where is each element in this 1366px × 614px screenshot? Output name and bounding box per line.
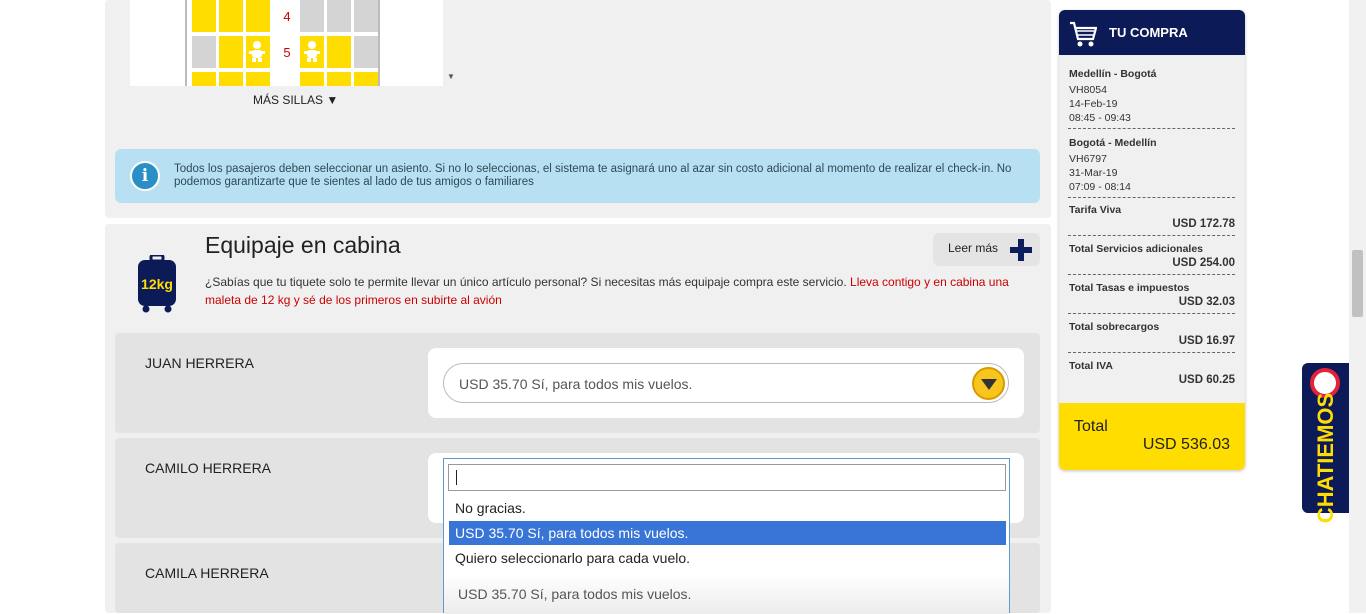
text-cursor <box>456 470 457 485</box>
summary-line-label: Total Servicios adicionales <box>1069 243 1204 255</box>
summary-line-label: Total sobrecargos <box>1069 321 1160 333</box>
description-text: ¿Sabías que tu tiquete solo te permite l… <box>205 275 851 289</box>
baggage-select[interactable]: USD 35.70 Sí, para todos mis vuelos. <box>443 363 1009 403</box>
seat[interactable] <box>192 0 216 32</box>
baggage-dropdown: No gracias. USD 35.70 Sí, para todos mis… <box>443 458 1010 614</box>
passenger-name: CAMILO HERRERA <box>145 460 272 476</box>
scroll-down-caret-icon[interactable]: ▼ <box>447 72 455 81</box>
summary-line-value: USD 254.00 <box>1172 257 1235 269</box>
seat[interactable] <box>192 72 216 86</box>
info-banner: i Todos los pasajeros deben seleccionar … <box>115 149 1040 203</box>
section-title: Equipaje en cabina <box>205 232 401 258</box>
page-scrollbar[interactable] <box>1349 0 1366 613</box>
flight-route: Medellín - Bogotá <box>1069 68 1157 80</box>
seat[interactable] <box>327 0 351 32</box>
baby-icon <box>249 41 265 62</box>
divider <box>1068 235 1235 236</box>
summary-line-value: USD 32.03 <box>1178 296 1235 308</box>
plus-icon <box>1010 239 1032 261</box>
flight-code: VH8054 <box>1069 84 1107 96</box>
divider <box>1068 128 1235 129</box>
seat[interactable] <box>219 72 243 86</box>
purchase-summary: TU COMPRA Medellín - Bogotá VH8054 14-Fe… <box>1059 10 1245 470</box>
summary-line-label: Total Tasas e impuestos <box>1069 282 1190 294</box>
chat-label: CHATIEMOS <box>1306 393 1346 523</box>
dropdown-option-highlighted[interactable]: USD 35.70 Sí, para todos mis vuelos. <box>449 521 1006 545</box>
more-seats-link[interactable]: MÁS SILLAS ▼ <box>253 93 338 107</box>
fare-label: Tarifa Viva <box>1069 204 1122 216</box>
flight-route: Bogotá - Medellín <box>1069 137 1157 149</box>
select-value: USD 35.70 Sí, para todos mis vuelos. <box>459 376 693 392</box>
dropdown-search-input[interactable] <box>448 464 1006 491</box>
seat[interactable] <box>354 0 378 32</box>
shopping-cart-icon <box>1070 21 1097 47</box>
total-value: USD 536.03 <box>1142 436 1230 453</box>
seat[interactable] <box>300 0 324 32</box>
info-icon: i <box>130 161 160 191</box>
section-description: ¿Sabías que tu tiquete solo te permite l… <box>205 273 1020 309</box>
scrollbar-thumb[interactable] <box>1352 250 1363 317</box>
chevron-down-icon[interactable] <box>972 367 1005 400</box>
cart-total: Total USD 536.03 <box>1059 403 1245 470</box>
seat[interactable] <box>327 36 351 68</box>
read-more-button[interactable]: Leer más <box>933 233 1040 266</box>
divider <box>1068 274 1235 275</box>
passenger-name: JUAN HERRERA <box>145 355 254 371</box>
seat[interactable] <box>246 0 270 32</box>
flight-time: 07:09 - 08:14 <box>1069 181 1131 193</box>
passenger-name: CAMILA HERRERA <box>145 565 269 581</box>
divider <box>1068 197 1235 198</box>
dropdown-option[interactable]: Quiero seleccionarlo para cada vuelo. <box>449 546 1006 570</box>
underlying-select[interactable]: USD 35.70 Sí, para todos mis vuelos. <box>444 574 1009 614</box>
row-number: 5 <box>283 45 291 60</box>
flight-date: 14-Feb-19 <box>1069 98 1118 110</box>
summary-line-label: Total IVA <box>1069 360 1113 372</box>
seat[interactable] <box>354 72 378 86</box>
seat[interactable] <box>219 0 243 32</box>
select-value: USD 35.70 Sí, para todos mis vuelos. <box>458 586 692 602</box>
flight-time: 08:45 - 09:43 <box>1069 112 1131 124</box>
read-more-label: Leer más <box>948 241 999 255</box>
cart-title: TU COMPRA <box>1109 25 1188 40</box>
seat-map: 4 5 <box>130 0 443 86</box>
divider <box>1068 352 1235 353</box>
seat[interactable] <box>327 72 351 86</box>
baggage-select-wrapper: USD 35.70 Sí, para todos mis vuelos. <box>428 348 1024 418</box>
cart-header: TU COMPRA <box>1059 10 1245 55</box>
chat-label-text: CHATIEMOS <box>1313 392 1338 524</box>
seat[interactable] <box>300 72 324 86</box>
total-label: Total <box>1074 418 1108 435</box>
fare-value: USD 172.78 <box>1172 218 1235 230</box>
info-banner-text: Todos los pasajeros deben seleccionar un… <box>174 163 1012 188</box>
divider <box>1068 313 1235 314</box>
row-number: 4 <box>283 9 291 24</box>
summary-line-value: USD 16.97 <box>1178 335 1235 347</box>
dropdown-option[interactable]: No gracias. <box>449 496 1006 520</box>
seat[interactable] <box>192 36 216 68</box>
baby-icon <box>304 41 320 62</box>
flight-code: VH6797 <box>1069 153 1107 165</box>
bag-weight-label: 12kg <box>141 276 173 292</box>
chat-tab[interactable]: CHATIEMOS <box>1302 363 1349 523</box>
seat-infant[interactable] <box>219 36 243 68</box>
seat[interactable] <box>354 36 378 68</box>
summary-line-value: USD 60.25 <box>1178 374 1235 386</box>
flight-date: 31-Mar-19 <box>1069 167 1118 179</box>
seat[interactable] <box>246 72 270 86</box>
